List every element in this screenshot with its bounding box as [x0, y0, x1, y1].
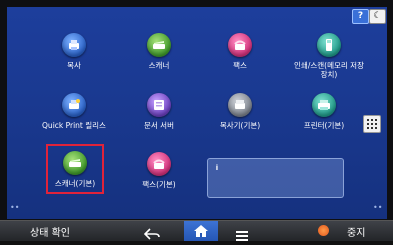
info-widget: i: [207, 158, 344, 198]
scanner-icon: [147, 33, 171, 57]
app-label: 팩스: [233, 61, 247, 70]
app-print-scan-memory[interactable]: 인쇄/스캔(메모리 저장 장치): [279, 33, 379, 79]
status-check-button[interactable]: 상태 확인: [30, 224, 70, 239]
stop-button[interactable]: 중지: [347, 224, 365, 239]
app-label: 프린터(기본): [303, 121, 345, 130]
app-document-server[interactable]: 문서 서버: [114, 93, 204, 130]
fax-basic-icon: [147, 152, 171, 176]
app-label: 복사기(기본): [219, 121, 261, 130]
app-quick-print-release[interactable]: Quick Print 릴리스: [29, 93, 119, 130]
quick-print-icon: [62, 93, 86, 117]
usb-memory-icon: [317, 33, 341, 57]
printer-basic-icon: [312, 93, 336, 117]
home-icon: [194, 225, 208, 237]
info-icon: i: [215, 164, 219, 172]
back-button[interactable]: [143, 225, 160, 244]
home-button[interactable]: [184, 221, 218, 241]
app-scanner-basic[interactable]: 스캐너(기본): [46, 144, 104, 194]
scanner-basic-icon: [63, 151, 87, 175]
page-indicator-left: ••: [10, 203, 20, 212]
page-indicator-right: ••: [373, 203, 383, 212]
app-label: 팩스(기본): [142, 180, 176, 189]
app-copy[interactable]: 복사: [29, 33, 119, 70]
app-fax-basic[interactable]: 팩스(기본): [114, 152, 204, 189]
app-label: 인쇄/스캔(메모리 저장 장치): [294, 61, 364, 79]
app-scanner[interactable]: 스캐너: [114, 33, 204, 70]
copy-icon: [62, 33, 86, 57]
help-button[interactable]: ?: [352, 9, 369, 24]
app-label: Quick Print 릴리스: [42, 121, 106, 130]
document-server-icon: [147, 93, 171, 117]
night-mode-button[interactable]: ☾: [369, 9, 386, 24]
app-label: 복사: [67, 61, 81, 70]
home-screen: ? ☾ 복사 스캐너 팩스 인쇄/스캔(메모리 저장 장치) Quick Prin…: [7, 7, 387, 219]
back-arrow-icon: [143, 228, 160, 240]
app-fax[interactable]: 팩스: [195, 33, 285, 70]
app-copier-basic[interactable]: 복사기(기본): [195, 93, 285, 130]
menu-button[interactable]: [236, 226, 248, 245]
copier-basic-icon: [228, 93, 252, 117]
app-label: 문서 서버: [144, 121, 174, 130]
app-label: 스캐너(기본): [54, 179, 96, 188]
app-printer-basic[interactable]: 프린터(기본): [279, 93, 369, 130]
app-grid-button[interactable]: [363, 115, 381, 133]
fax-icon: [228, 33, 252, 57]
bottom-bar: 상태 확인 중지: [0, 220, 393, 241]
app-label: 스캐너: [148, 61, 170, 70]
stop-icon: [318, 225, 329, 236]
